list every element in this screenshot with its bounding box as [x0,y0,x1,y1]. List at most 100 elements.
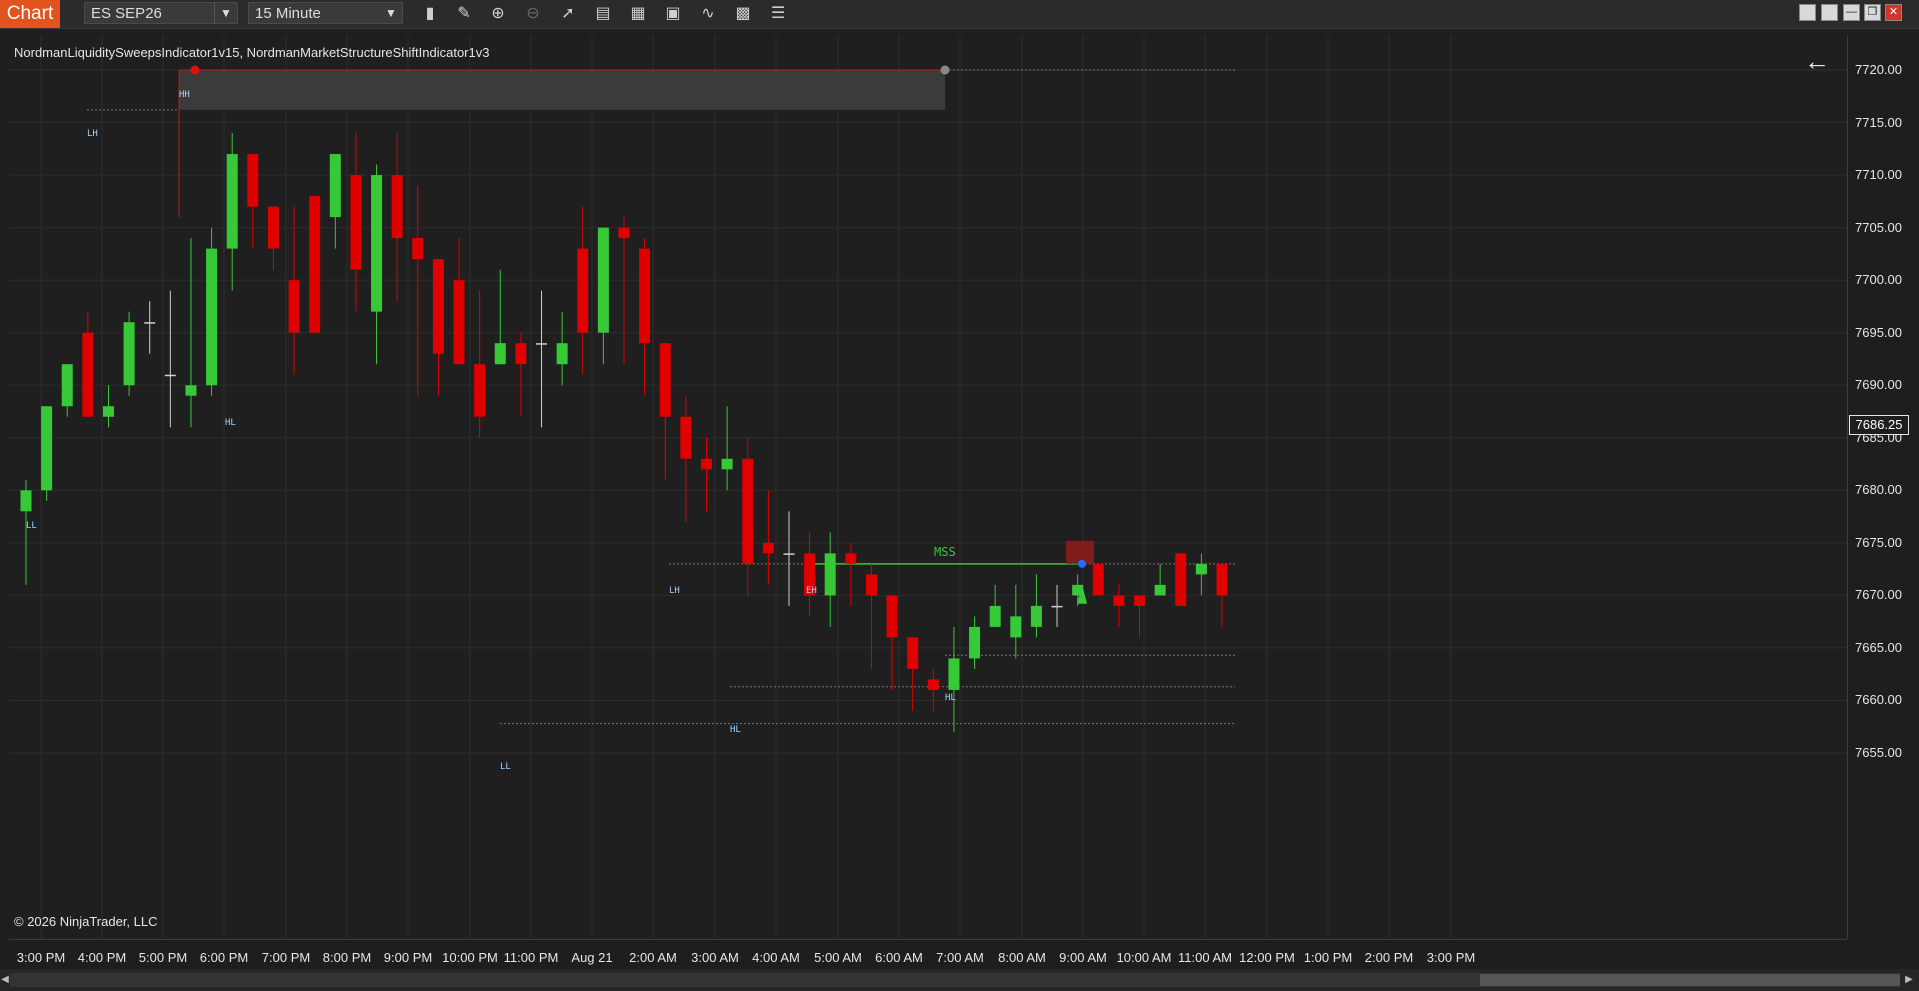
candle-body [700,458,712,470]
grid [9,35,1847,939]
close-icon[interactable]: ✕ [1885,4,1902,21]
chart-properties-icon[interactable]: ▦ [627,3,649,25]
pointer-icon[interactable]: ➚ [557,3,579,25]
instrument-selector[interactable]: ES SEP26 ▼ [84,2,238,24]
chart-toolbar: Chart ES SEP26 ▼ 15 Minute ▼ ▮​ ✎ ⊕ ⊖ ➚ … [0,0,1919,29]
candle-body [1195,563,1207,575]
chevron-down-icon[interactable]: ▼ [214,3,237,23]
swing-label: LL [26,521,37,531]
candle-body [721,458,733,470]
mss-zone [1066,540,1094,564]
time-tick-label: 7:00 PM [261,950,311,965]
price-tick-label: 7705.00 [1855,219,1902,235]
mss-dot [1078,559,1086,568]
templates-icon[interactable]: ▩ [732,3,754,25]
price-tick-label: 7670.00 [1855,587,1902,603]
time-tick-label: 3:00 PM [16,950,66,965]
swing-label: LH [669,586,680,596]
candle-body [762,542,774,554]
time-tick-label: 2:00 AM [629,950,677,965]
hh-end-dot [940,65,950,75]
candle-body [927,679,939,690]
candle-body [123,322,135,386]
time-tick-label: 4:00 PM [77,950,127,965]
candle-body [164,374,176,377]
candle-body [350,175,362,270]
candle-body [288,280,300,333]
candle-body [659,343,671,417]
hh-sweep-dot [190,65,200,75]
candle-body [432,259,444,354]
swing-label: HL [225,418,236,428]
time-tick-label: 7:00 AM [936,950,984,965]
back-arrow-icon[interactable]: ← [1804,48,1830,74]
scroll-thumb[interactable] [1480,974,1900,986]
zoom-in-icon[interactable]: ⊕ [487,3,509,25]
price-tick-label: 7710.00 [1855,167,1902,183]
swing-label: HL [945,693,956,703]
mss-label: MSS [934,545,956,559]
restore-icon[interactable]: ❐ [1864,4,1881,21]
price-chart[interactable]: LL LH HH HL LL LH HL EH HL MSS [9,35,1847,939]
candle-body [639,248,651,344]
object-list-icon[interactable]: ☰ [767,3,789,25]
time-tick-label: 2:00 PM [1364,950,1414,965]
price-tick-label: 7680.00 [1855,482,1902,498]
strategies-icon[interactable]: ▣ [662,3,684,25]
interval-selector[interactable]: 15 Minute ▼ [248,2,403,24]
chart-panel[interactable]: LL LH HH HL LL LH HL EH HL MSS [9,35,1847,939]
zoom-out-icon[interactable]: ⊖ [522,3,544,25]
tile-icon[interactable] [1799,4,1816,21]
chevron-down-icon[interactable]: ▼ [380,3,402,23]
candle-body [41,406,53,491]
candle-body [1216,563,1228,596]
liquidity-zone [179,70,945,110]
candle-body [412,238,424,260]
candle-body [1072,584,1084,596]
candle-body [1092,563,1104,596]
time-tick-label: 6:00 AM [875,950,923,965]
time-tick-label: 8:00 PM [322,950,372,965]
interval-label: 15 Minute [255,5,321,22]
price-tick-label: 7695.00 [1855,324,1902,340]
draw-tool-icon[interactable]: ✎ [453,3,475,25]
candle-body [1010,616,1022,638]
tile2-icon[interactable] [1821,4,1838,21]
indicators-icon[interactable]: ∿ [697,3,719,25]
copyright-text: © 2026 NinjaTrader, LLC [14,914,158,929]
candle-body [536,343,548,345]
bar-type-icon[interactable]: ▮​ [419,3,441,25]
candle-body [185,385,197,396]
scroll-left-icon[interactable]: ◀ [0,973,10,987]
candle-body [845,553,857,564]
chart-tab[interactable]: Chart [0,0,60,28]
candle-body [783,553,795,555]
time-tick-label: 9:00 AM [1059,950,1107,965]
time-tick-label: 11:00 AM [1178,950,1232,965]
candle-body [556,343,568,365]
data-box-icon[interactable]: ▤ [592,3,614,25]
candle-body [1134,595,1146,606]
instrument-label: ES SEP26 [91,5,162,22]
time-tick-label: 4:00 AM [752,950,800,965]
time-tick-label: 3:00 AM [691,950,739,965]
time-tick-label: 8:00 AM [998,950,1046,965]
scroll-right-icon[interactable]: ▶ [1904,973,1914,987]
time-tick-label: 10:00 PM [442,950,498,965]
candle-body [494,343,506,365]
candle-body [226,154,238,249]
time-tick-label: 5:00 AM [814,950,862,965]
time-tick-label: 1:00 PM [1303,950,1353,965]
candle-body [267,206,279,249]
candle-body [309,196,321,333]
candle-body [742,458,754,564]
minimize-icon[interactable]: — [1843,4,1860,21]
price-tick-label: 7715.00 [1855,114,1902,130]
price-tick-label: 7720.00 [1855,62,1902,77]
candle-body [247,154,259,207]
candle-body [1154,584,1166,596]
candle-body [102,406,114,417]
candle-body [474,364,486,417]
time-tick-label: 5:00 PM [138,950,188,965]
time-tick-label: 10:00 AM [1116,950,1172,965]
